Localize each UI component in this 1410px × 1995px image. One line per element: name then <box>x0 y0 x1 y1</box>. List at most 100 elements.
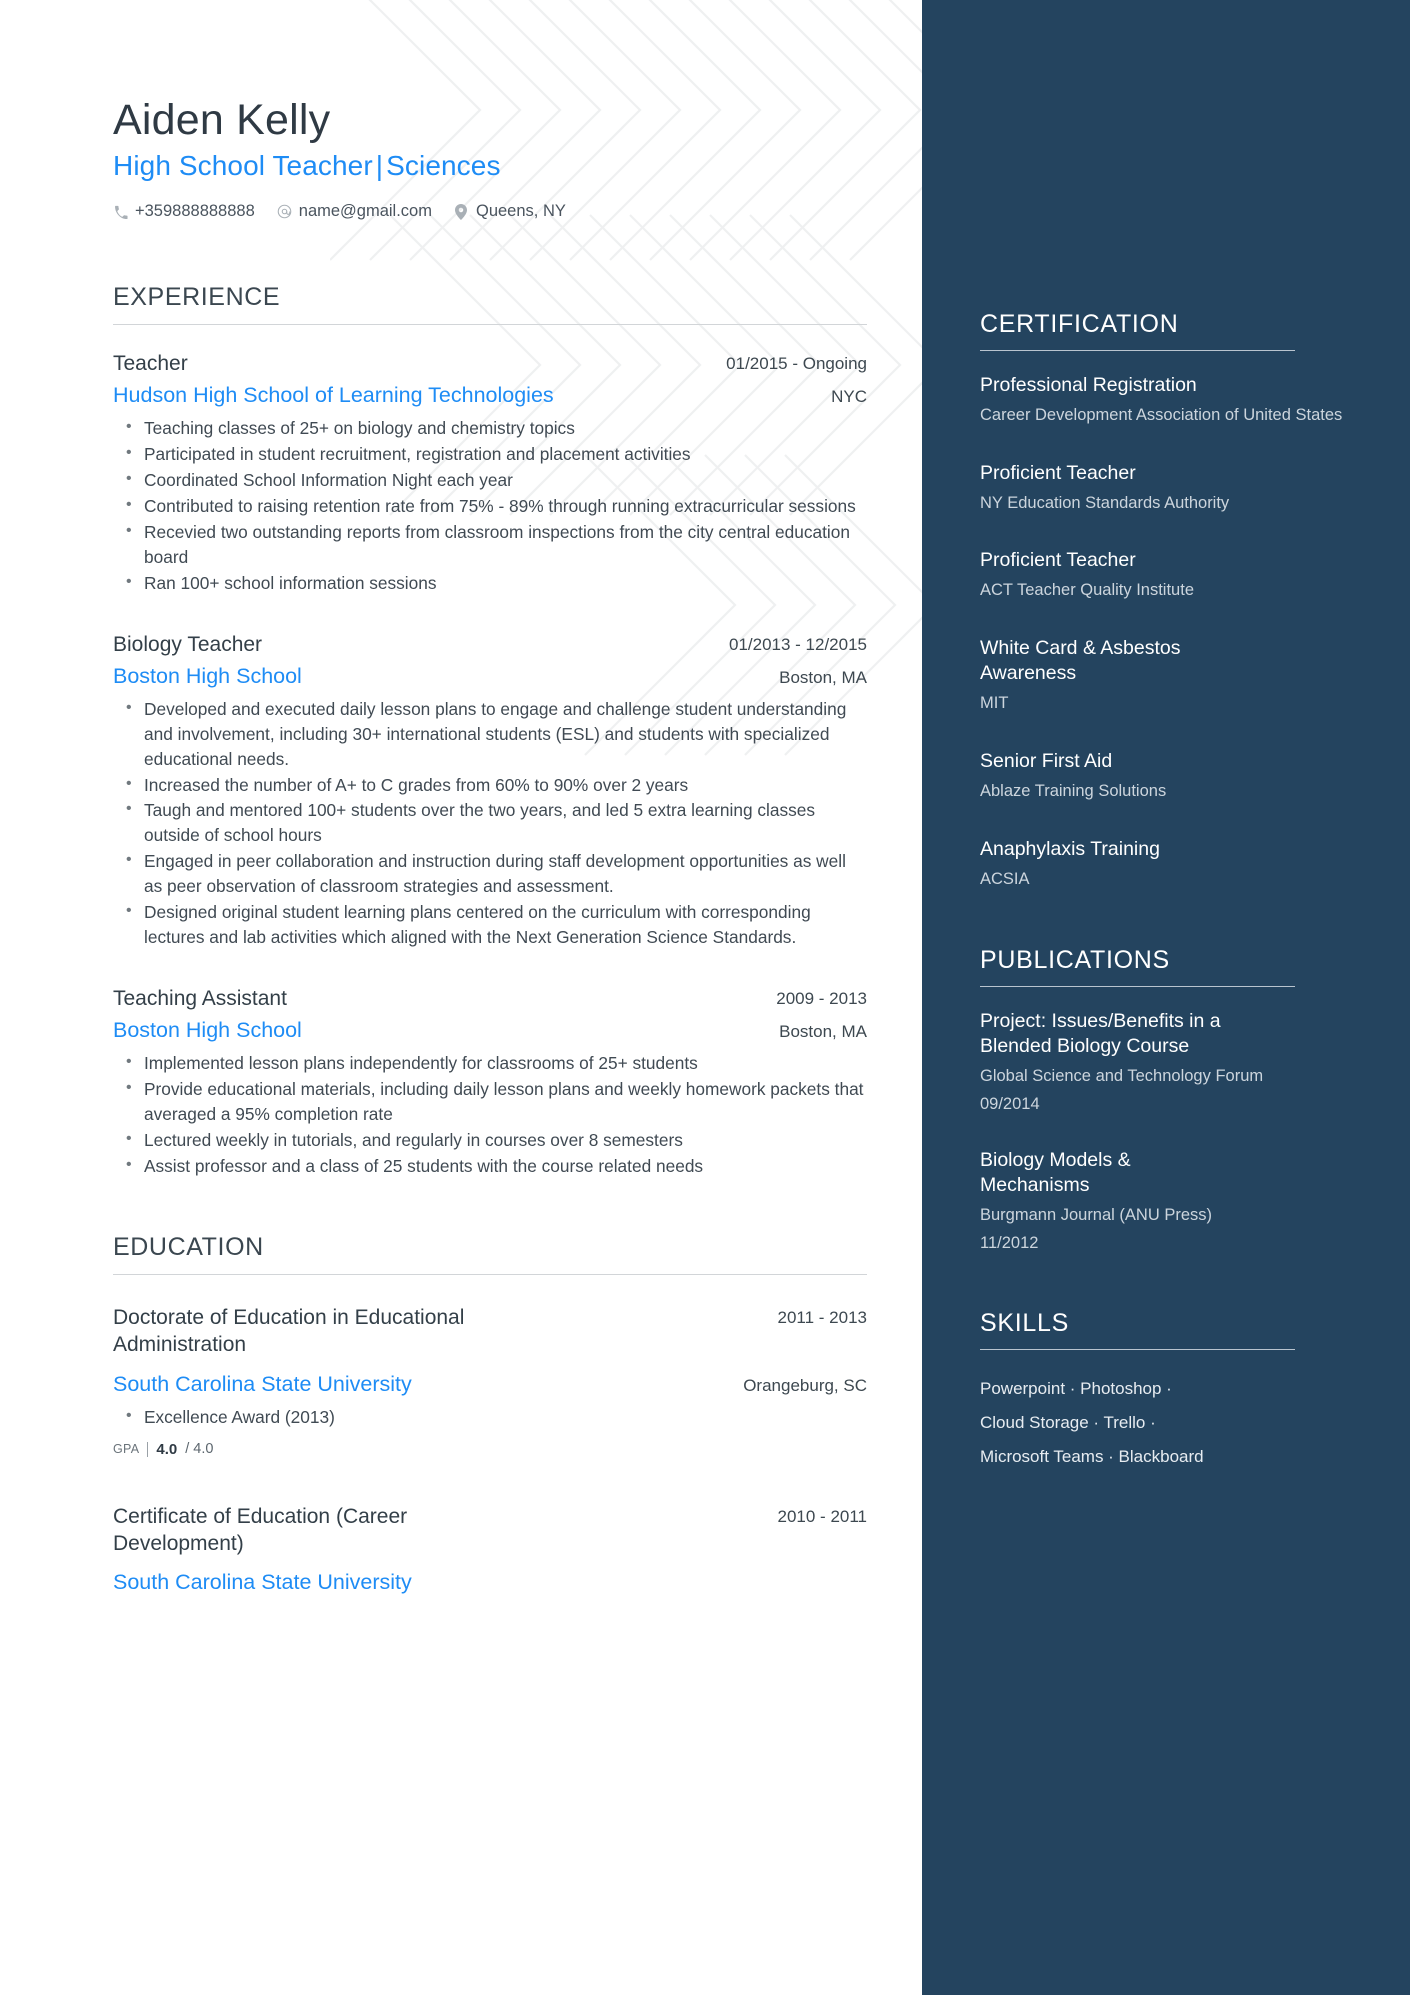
gpa-row: GPA 4.0 / 4.0 <box>113 1441 867 1458</box>
headline: High School Teacher | Sciences <box>113 150 867 182</box>
skills-section: SKILLS Powerpoint · Photoshop · Cloud St… <box>980 1309 1350 1474</box>
certification-name: Proficient Teacher <box>980 549 1136 572</box>
entry-header: Doctorate of Education in Educational Ad… <box>113 1305 867 1359</box>
skills-line: Microsoft Teams · Blackboard <box>980 1446 1204 1466</box>
job-bullets: Teaching classes of 25+ on biology and c… <box>113 415 867 596</box>
experience-section: EXPERIENCE Teacher 01/2015 - Ongoing Hud… <box>113 283 867 1179</box>
gpa-label: GPA <box>113 1442 140 1457</box>
publication-publisher: Burgmann Journal (ANU Press) <box>980 1205 1212 1224</box>
certification-issuer: Ablaze Training Solutions <box>980 781 1167 800</box>
certification-name: White Card & Asbestos Awareness <box>980 637 1181 685</box>
certification-issuer: MIT <box>980 694 1009 713</box>
school-name[interactable]: South Carolina State University <box>113 1371 412 1398</box>
certification-issuer: Career Development Association of United… <box>980 405 1343 424</box>
education-entry: Doctorate of Education in Educational Ad… <box>113 1305 867 1458</box>
certification-section-title: CERTIFICATION <box>980 310 1179 338</box>
section-divider <box>113 324 867 326</box>
experience-entry: Teaching Assistant 2009 - 2013 Boston Hi… <box>113 986 867 1179</box>
certification-entry: White Card & Asbestos Awareness MIT <box>980 636 1350 715</box>
entry-subheader: Boston High School Boston, MA <box>113 1017 867 1044</box>
job-organization[interactable]: Hudson High School of Learning Technolog… <box>113 382 554 409</box>
skills-section-title: SKILLS <box>980 1308 1069 1337</box>
main-column: Aiden Kelly High School Teacher | Sciences… <box>0 0 922 1995</box>
job-organization[interactable]: Boston High School <box>113 1017 302 1044</box>
certification-name: Senior First Aid <box>980 749 1113 772</box>
job-date: 2009 - 2013 <box>776 989 867 1009</box>
list-item: Developed and executed daily lesson plan… <box>113 696 867 772</box>
publications-section-title: PUBLICATIONS <box>980 946 1170 975</box>
contact-phone-value: +359888888888 <box>135 202 255 221</box>
contact-email[interactable]: name@gmail.com <box>277 202 432 221</box>
sidebar-divider <box>980 350 1295 351</box>
contact-list: +359888888888 name@gmail.com Queens, NY <box>113 202 867 221</box>
skills-line: Cloud Storage · Trello · <box>980 1412 1156 1432</box>
resume-page: Aiden Kelly High School Teacher | Sciences… <box>0 0 1410 1995</box>
list-item: Implemented lesson plans independently f… <box>113 1050 867 1076</box>
section-divider <box>113 1274 867 1276</box>
list-item: Coordinated School Information Night eac… <box>113 467 867 493</box>
experience-entry: Biology Teacher 01/2013 - 12/2015 Boston… <box>113 632 867 951</box>
contact-phone[interactable]: +359888888888 <box>113 202 255 221</box>
list-item: Participated in student recruitment, reg… <box>113 441 867 467</box>
certification-entry: Professional Registration Career Develop… <box>980 373 1350 427</box>
certification-section: CERTIFICATION Professional Registration … <box>980 310 1350 890</box>
publication-entry: Biology Models & Mechanisms Burgmann Jou… <box>980 1148 1350 1253</box>
degree-title: Certificate of Education (Career Develop… <box>113 1504 408 1555</box>
entry-header: Teaching Assistant 2009 - 2013 <box>113 986 867 1013</box>
entry-header: Certificate of Education (Career Develop… <box>113 1504 867 1558</box>
publication-entry: Project: Issues/Benefits in a Blended Bi… <box>980 1009 1350 1114</box>
sidebar-divider <box>980 986 1295 988</box>
list-item: Assist professor and a class of 25 stude… <box>113 1153 867 1179</box>
entry-subheader: Hudson High School of Learning Technolog… <box>113 382 867 409</box>
job-bullets: Developed and executed daily lesson plan… <box>113 696 867 951</box>
job-location: Boston, MA <box>779 1022 867 1042</box>
certification-issuer: NY Education Standards Authority <box>980 493 1230 512</box>
degree-date: 2011 - 2013 <box>777 1308 867 1328</box>
school-location: Orangeburg, SC <box>743 1375 867 1395</box>
experience-entry: Teacher 01/2015 - Ongoing Hudson High Sc… <box>113 351 867 596</box>
list-item: Teaching classes of 25+ on biology and c… <box>113 415 867 441</box>
publication-name: Biology Models & Mechanisms <box>980 1148 1131 1196</box>
school-name[interactable]: South Carolina State University <box>113 1569 412 1596</box>
list-item: Excellence Award (2013) <box>113 1404 867 1430</box>
location-pin-icon <box>454 203 469 220</box>
certification-issuer: ACT Teacher Quality Institute <box>980 581 1194 600</box>
publications-section: PUBLICATIONS Project: Issues/Benefits in… <box>980 946 1350 1252</box>
gpa-separator <box>147 1441 149 1457</box>
list-item: Lectured weekly in tutorials, and regula… <box>113 1127 867 1153</box>
list-item: Recevied two outstanding reports from cl… <box>113 519 867 570</box>
list-item: Increased the number of A+ to C grades f… <box>113 772 867 798</box>
certification-entry: Proficient Teacher ACT Teacher Quality I… <box>980 548 1350 602</box>
certification-name: Proficient Teacher <box>980 461 1136 484</box>
publication-publisher: Global Science and Technology Forum <box>980 1067 1264 1086</box>
contact-location[interactable]: Queens, NY <box>454 202 566 221</box>
education-bullets: Excellence Award (2013) <box>113 1404 867 1430</box>
entry-header: Biology Teacher 01/2013 - 12/2015 <box>113 632 867 659</box>
email-icon <box>277 204 292 220</box>
job-role: Teacher <box>113 352 188 376</box>
gpa-value: 4.0 <box>156 1440 178 1458</box>
sidebar-column: CERTIFICATION Professional Registration … <box>922 0 1410 1995</box>
job-location: Boston, MA <box>779 667 867 687</box>
contact-location-value: Queens, NY <box>475 202 566 221</box>
education-entry: Certificate of Education (Career Develop… <box>113 1504 867 1597</box>
sidebar-divider <box>980 1348 1295 1350</box>
headline-subject: Sciences <box>386 150 501 182</box>
entry-subheader: South Carolina State University <box>113 1569 867 1596</box>
certification-entry: Anaphylaxis Training ACSIA <box>980 837 1350 891</box>
publication-name: Project: Issues/Benefits in a Blended Bi… <box>980 1010 1221 1058</box>
entry-subheader: South Carolina State University Orangebu… <box>113 1371 867 1398</box>
job-date: 01/2015 - Ongoing <box>726 354 867 374</box>
list-item: Engaged in peer collaboration and instru… <box>113 848 867 899</box>
education-section-title: EDUCATION <box>113 1233 264 1262</box>
job-role: Biology Teacher <box>113 632 263 656</box>
list-item: Provide educational materials, including… <box>113 1076 867 1127</box>
certification-issuer: ACSIA <box>980 869 1030 888</box>
headline-divider: | <box>375 150 384 182</box>
job-organization[interactable]: Boston High School <box>113 663 302 690</box>
publication-date: 11/2012 <box>980 1233 1039 1252</box>
experience-section-title: EXPERIENCE <box>113 283 281 312</box>
publication-date: 09/2014 <box>980 1094 1040 1113</box>
